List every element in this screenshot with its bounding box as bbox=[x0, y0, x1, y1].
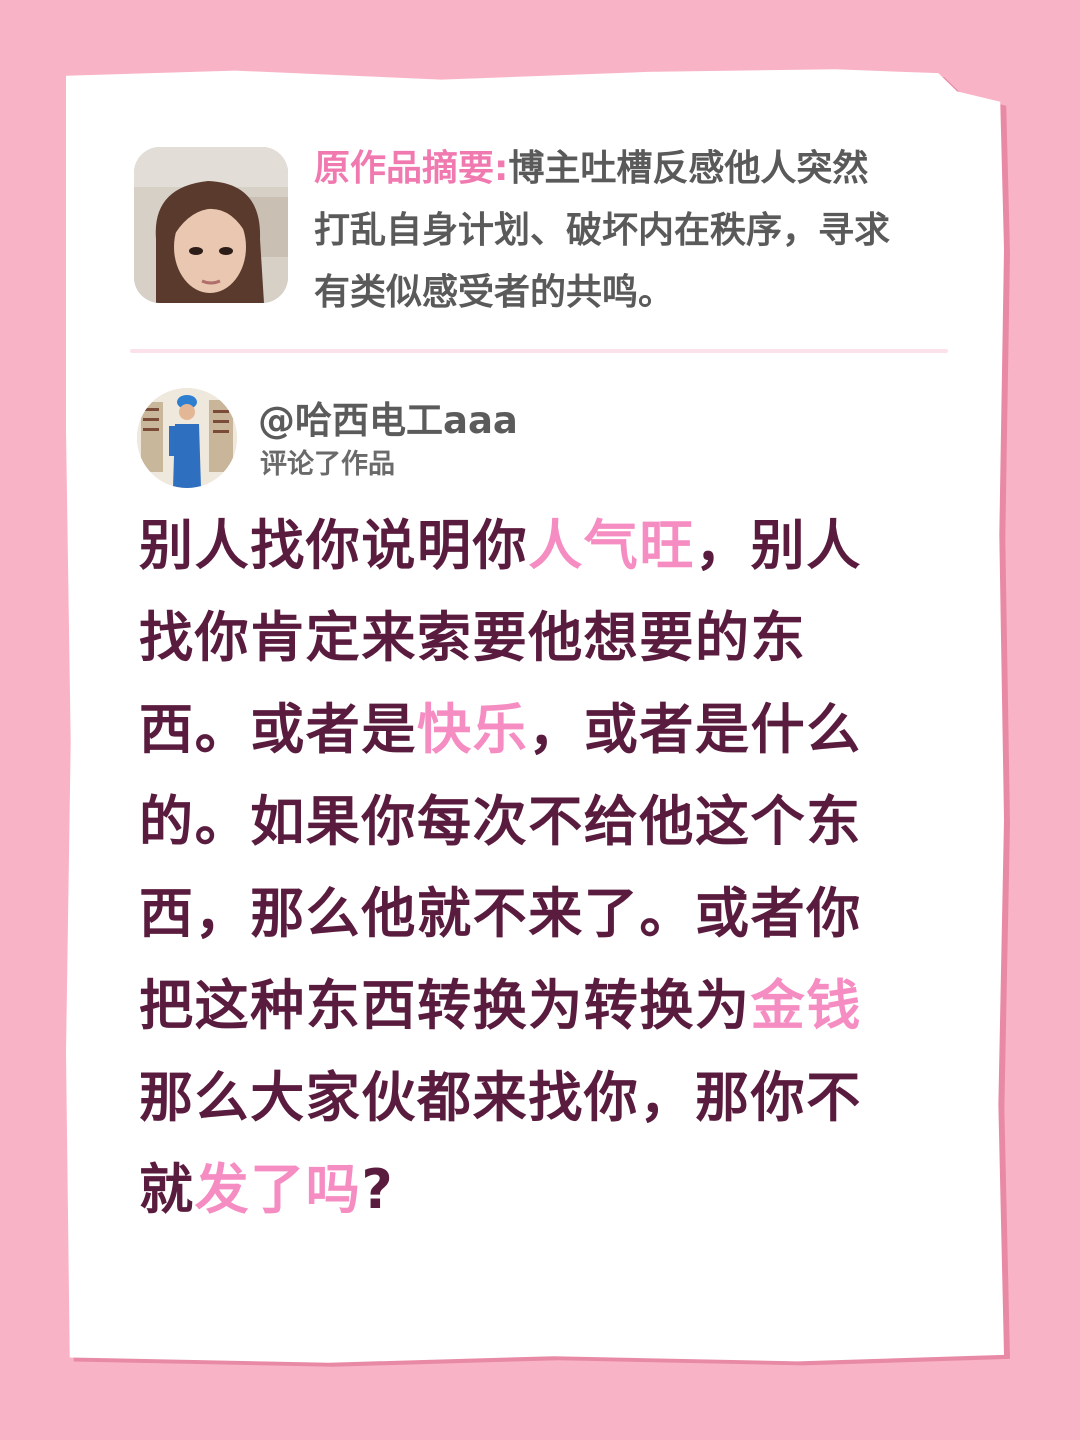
summary-text: 原作品摘要:博主吐槽反感他人突然 打乱自身计划、破坏内在秩序，寻求 有类似感受者… bbox=[314, 138, 954, 324]
highlight-text: 快乐 bbox=[417, 698, 529, 761]
comment-text: 把这种东西转换为转换为 bbox=[139, 974, 751, 1037]
highlight-text: 人气旺 bbox=[528, 514, 696, 577]
highlight-text: 发了吗 bbox=[194, 1158, 362, 1221]
comment-text: 别人找你说明你 bbox=[139, 514, 529, 577]
comment-text: 那么大家伙都来找你，那你不 bbox=[139, 1066, 862, 1129]
comment-line-4: 的。如果你每次不给他这个东 bbox=[139, 776, 939, 868]
comment-text: 西，那么他就不来了。或者你 bbox=[139, 882, 862, 945]
comment-text: 找你肯定来索要他想要的东 bbox=[139, 606, 807, 669]
summary-label: 原作品摘要: bbox=[314, 148, 509, 189]
comment-text: 西。或者是 bbox=[139, 698, 417, 761]
comment-line-2: 找你肯定来索要他想要的东 bbox=[139, 592, 939, 684]
comment-text: 的。如果你每次不给他这个东 bbox=[139, 790, 862, 853]
commenter-action: 评论了作品 bbox=[260, 449, 395, 480]
author-avatar[interactable] bbox=[134, 147, 288, 303]
comment-line-1: 别人找你说明你人气旺，别人 bbox=[139, 500, 939, 592]
commenter-handle[interactable]: @哈西电工aaa bbox=[258, 398, 518, 444]
comment-line-5: 西，那么他就不来了。或者你 bbox=[139, 868, 939, 960]
comment-line-7: 那么大家伙都来找你，那你不 bbox=[139, 1052, 939, 1144]
summary-line-1: 博主吐槽反感他人突然 bbox=[508, 148, 869, 189]
comment-line-6: 把这种东西转换为转换为金钱 bbox=[139, 960, 939, 1052]
divider bbox=[130, 349, 948, 353]
comment-text: ? bbox=[361, 1158, 395, 1221]
commenter-photo bbox=[137, 388, 237, 488]
comment-line-3: 西。或者是快乐，或者是什么 bbox=[139, 684, 939, 776]
comment-text: ，或者是什么 bbox=[528, 698, 862, 761]
author-photo bbox=[134, 147, 288, 303]
comment-body: 别人找你说明你人气旺，别人 找你肯定来索要他想要的东 西。或者是快乐，或者是什么… bbox=[139, 500, 939, 1236]
comment-line-8: 就发了吗? bbox=[139, 1144, 939, 1236]
highlight-text: 金钱 bbox=[750, 974, 862, 1037]
commenter-avatar[interactable] bbox=[137, 388, 237, 488]
comment-text: 就 bbox=[139, 1158, 195, 1221]
summary-line-3: 有类似感受者的共鸣。 bbox=[314, 272, 675, 313]
summary-line-2: 打乱自身计划、破坏内在秩序，寻求 bbox=[314, 210, 891, 251]
comment-text: ，别人 bbox=[695, 514, 862, 577]
